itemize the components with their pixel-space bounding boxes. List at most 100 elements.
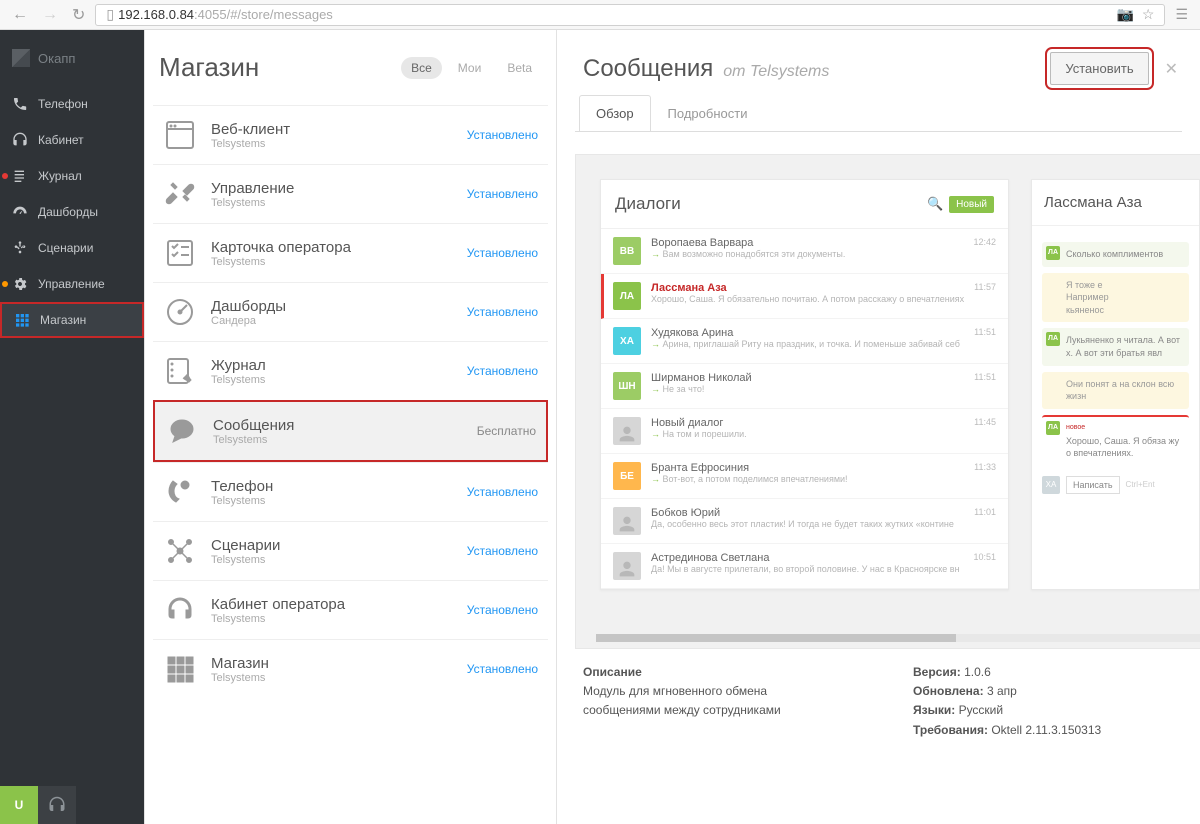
bubble-avatar: ЛА xyxy=(1046,421,1060,435)
nav-back-icon[interactable]: ← xyxy=(8,6,32,24)
dialog-name: Астрединова Светлана xyxy=(651,552,963,564)
store-item-vendor: Telsystems xyxy=(211,197,453,209)
store-item[interactable]: Магазин Telsystems Установлено xyxy=(153,639,548,698)
composer-avatar: ХА xyxy=(1042,476,1060,494)
dialog-time: 10:51 xyxy=(973,552,996,580)
store-item-vendor: Telsystems xyxy=(211,256,453,268)
store-list-panel: Магазин Все Мои Beta Веб-клиент Telsyste… xyxy=(145,30,557,824)
sidebar-item-phone[interactable]: Телефон xyxy=(0,86,144,122)
sidebar-item-cabinet[interactable]: Кабинет xyxy=(0,122,144,158)
gear-icon xyxy=(12,276,28,292)
store-item-status: Бесплатно xyxy=(477,424,536,438)
dialog-name: Ширманов Николай xyxy=(651,372,964,384)
sidebar-item-store[interactable]: Магазин xyxy=(0,302,144,338)
store-item-status: Установлено xyxy=(467,544,538,558)
store-item[interactable]: Кабинет оператора Telsystems Установлено xyxy=(153,580,548,639)
dialog-name: Новый диалог xyxy=(651,417,964,429)
store-item-vendor: Telsystems xyxy=(211,554,453,566)
store-item[interactable]: Телефон Telsystems Установлено xyxy=(153,462,548,521)
sidebar-item-journal[interactable]: Журнал xyxy=(0,158,144,194)
store-item[interactable]: Карточка оператора Telsystems Установлен… xyxy=(153,223,548,282)
avatar: ЛА xyxy=(613,282,641,310)
bubble-text: Хорошо, Саша. Я обяза жу о впечатлениях. xyxy=(1066,436,1179,459)
store-item[interactable]: Журнал Telsystems Установлено xyxy=(153,341,548,400)
store-item[interactable]: Сообщения Telsystems Бесплатно xyxy=(153,400,548,462)
dialog-row[interactable]: ЛА Лассмана Аза Хорошо, Саша. Я обязател… xyxy=(601,274,1008,319)
module-vendor: от Telsystems xyxy=(723,63,829,81)
dialog-preview: → Вам возможно понадобятся эти документы… xyxy=(651,249,963,259)
dialog-time: 11:57 xyxy=(974,282,996,310)
store-item-status: Установлено xyxy=(467,485,538,499)
store-item-vendor: Telsystems xyxy=(211,495,453,507)
bubble-text: Они понят а на склон всю жизн xyxy=(1066,379,1174,402)
store-item-vendor: Telsystems xyxy=(211,138,453,150)
network-icon xyxy=(12,240,28,256)
sidebar-item-management[interactable]: Управление xyxy=(0,266,144,302)
chat-bubble: ЛАСколько комплиментов xyxy=(1042,242,1189,267)
avatar: ШН xyxy=(613,372,641,400)
store-item-name: Кабинет оператора xyxy=(211,596,453,613)
tab-overview[interactable]: Обзор xyxy=(579,95,651,132)
dialog-name: Лассмана Аза xyxy=(651,282,964,294)
app-logo[interactable]: Окапп xyxy=(0,30,144,86)
store-item-name: Управление xyxy=(211,180,453,197)
dialog-name: Бранта Ефросиния xyxy=(651,462,964,474)
store-item[interactable]: Веб-клиент Telsystems Установлено xyxy=(153,105,548,164)
url-text: 192.168.0.84:4055/#/store/messages xyxy=(118,7,1112,22)
description-text: Модуль для мгновенного обмена сообщениям… xyxy=(583,682,843,720)
dialog-row[interactable]: БЕ Бранта Ефросиния → Вот-вот, а потом п… xyxy=(601,454,1008,499)
store-item[interactable]: Дашборды Сандера Установлено xyxy=(153,282,548,341)
chat-bubble: Они понят а на склон всю жизн xyxy=(1042,372,1189,409)
dialog-row[interactable]: ВВ Воропаева Варвара → Вам возможно пона… xyxy=(601,229,1008,274)
reload-icon[interactable]: ↻ xyxy=(68,5,89,25)
bubble-text: Лукьяненко я читала. А вот х. А вот эти … xyxy=(1066,335,1180,358)
details-panel: Сообщения от Telsystems Установить ✕ Обз… xyxy=(557,30,1200,824)
store-item-icon xyxy=(163,534,197,568)
bubble-text: Сколько комплиментов xyxy=(1066,249,1163,259)
headset-icon xyxy=(48,796,66,814)
dialog-row[interactable]: Новый диалог → На том и порешили. 11:45 xyxy=(601,409,1008,454)
close-icon[interactable]: ✕ xyxy=(1161,55,1182,83)
install-button[interactable]: Установить xyxy=(1050,52,1148,85)
grid-icon xyxy=(14,312,30,328)
preview-scrollbar[interactable] xyxy=(596,634,1200,642)
store-filter: Все Мои Beta xyxy=(401,57,542,79)
filter-beta[interactable]: Beta xyxy=(497,57,542,79)
filter-all[interactable]: Все xyxy=(401,57,442,79)
store-item-name: Телефон xyxy=(211,478,453,495)
dialog-time: 11:45 xyxy=(974,417,996,445)
sidebar-item-dashboards[interactable]: Дашборды xyxy=(0,194,144,230)
store-item-icon xyxy=(165,414,199,448)
filter-mine[interactable]: Мои xyxy=(448,57,492,79)
scrollbar-thumb[interactable] xyxy=(596,634,956,642)
chat-bubble: Я тоже еНапримеркьяненос xyxy=(1042,273,1189,323)
dialog-row[interactable]: Бобков Юрий Да, особенно весь этот пласт… xyxy=(601,499,1008,544)
sidebar: Окапп Телефон Кабинет Журнал Дашборды Сц… xyxy=(0,30,145,824)
store-item[interactable]: Сценарии Telsystems Установлено xyxy=(153,521,548,580)
dialog-name: Воропаева Варвара xyxy=(651,237,963,249)
search-icon[interactable]: 🔍 xyxy=(927,196,943,212)
avatar-icon xyxy=(613,507,641,535)
chat-bubble: ЛАЛукьяненко я читала. А вот х. А вот эт… xyxy=(1042,328,1189,365)
new-dialog-button[interactable]: Новый xyxy=(949,196,994,213)
dialog-row[interactable]: Астрединова Светлана Да! Мы в августе пр… xyxy=(601,544,1008,589)
support-headset-button[interactable] xyxy=(38,786,76,824)
dialog-row[interactable]: ШН Ширманов Николай → Не за что! 11:51 xyxy=(601,364,1008,409)
menu-icon[interactable]: ☰ xyxy=(1171,6,1192,23)
store-item[interactable]: Управление Telsystems Установлено xyxy=(153,164,548,223)
dialog-row[interactable]: ХА Худякова Арина → Арина, приглашай Рит… xyxy=(601,319,1008,364)
store-item-icon xyxy=(163,593,197,627)
store-item-name: Магазин xyxy=(211,655,453,672)
sidebar-label: Кабинет xyxy=(38,133,84,147)
store-item-name: Сообщения xyxy=(213,417,463,434)
tab-details[interactable]: Подробности xyxy=(651,95,765,132)
avatar: БЕ xyxy=(613,462,641,490)
bookmark-star-icon[interactable]: ☆ xyxy=(1138,6,1159,23)
url-bar[interactable]: ▯ 192.168.0.84:4055/#/store/messages 📷 ☆ xyxy=(95,4,1165,26)
logo-mark-icon xyxy=(12,49,30,67)
user-avatar-button[interactable]: U xyxy=(0,786,38,824)
compose-button[interactable]: Написать xyxy=(1066,476,1120,494)
sidebar-item-scenarios[interactable]: Сценарии xyxy=(0,230,144,266)
store-item-icon xyxy=(163,295,197,329)
camera-icon[interactable]: 📷 xyxy=(1112,6,1137,23)
